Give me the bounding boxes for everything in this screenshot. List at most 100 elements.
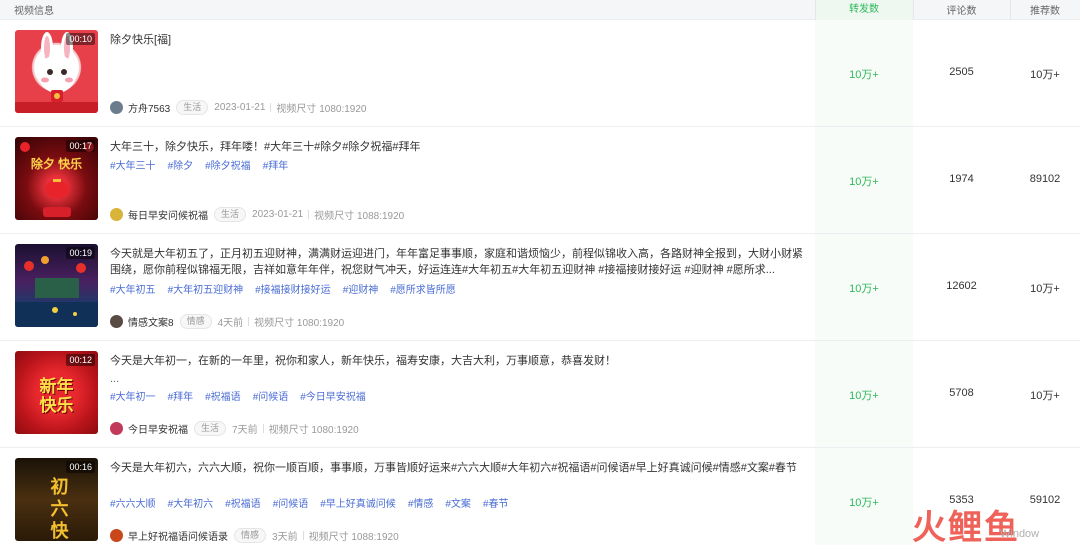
divider	[262, 423, 264, 433]
author-name[interactable]: 每日早安问候祝福	[128, 207, 208, 222]
tag-link[interactable]: #接福接财接好运	[255, 285, 331, 296]
tag-link[interactable]: #问候语	[253, 392, 289, 403]
tag-list: #大年初五 #大年初五迎财神 #接福接财接好运 #迎财神 #愿所求皆所愿	[110, 281, 468, 296]
recommends-count: 10万+	[1030, 283, 1060, 295]
tag-list: #六六大顺 #大年初六 #祝福语 #问候语 #早上好真诚问候 #情感 #文案 #春节	[110, 495, 521, 510]
column-divider	[913, 0, 914, 20]
category-badge: 情感	[179, 313, 212, 329]
video-title[interactable]: 今天是大年初一，在新的一年里，祝你和家人，新年快乐，福寿安康，大吉大利，万事顺意…	[110, 353, 810, 369]
video-size: 视频尺寸 1080:1920	[254, 317, 345, 329]
category-badge: 情感	[234, 527, 267, 543]
table-header: 视频信息 转发数 评论数 推荐数	[0, 0, 1080, 20]
video-thumbnail[interactable]: 除夕 快乐 00:17	[15, 137, 98, 220]
comments-count: 5353	[949, 494, 974, 506]
recommends-count: 59102	[1029, 494, 1061, 506]
tag-link[interactable]: #大年初六	[168, 499, 214, 510]
tag-link[interactable]: #大年初五迎财神	[168, 285, 244, 296]
divider	[248, 316, 250, 326]
author-name[interactable]: 方舟7563	[128, 100, 170, 115]
video-meta: 早上好祝福语问候语录 情感 3天前 视频尺寸 1088:1920	[110, 527, 399, 543]
shares-count: 10万+	[849, 497, 879, 509]
tag-link[interactable]: #六六大顺	[110, 499, 156, 510]
video-size: 视频尺寸 1088:1920	[308, 531, 399, 543]
duration-badge: 00:19	[66, 247, 95, 259]
video-thumbnail[interactable]: 新年 快乐 00:12	[15, 351, 98, 434]
header-shares-sort[interactable]: 转发数	[815, 0, 913, 20]
title-overflow: ...	[110, 373, 120, 385]
thumbnail-caption: 初六 快乐	[50, 477, 69, 541]
video-size: 视频尺寸 1080:1920	[268, 424, 359, 436]
video-thumbnail[interactable]: 初六 快乐 00:16	[15, 458, 98, 541]
table-row[interactable]: 除夕 快乐 00:17 大年三十，除夕快乐，拜年喽！#大年三十#除夕#除夕祝福#…	[0, 127, 1080, 234]
tag-link[interactable]: #迎财神	[343, 285, 379, 296]
avatar[interactable]	[110, 314, 123, 328]
tag-link[interactable]: #今日早安祝福	[300, 392, 366, 403]
video-size: 视频尺寸 1088:1920	[314, 210, 405, 222]
duration-badge: 00:16	[66, 461, 95, 473]
header-comments-sort[interactable]: 评论数	[913, 2, 1010, 17]
category-badge: 生活	[176, 99, 209, 115]
divider	[302, 530, 304, 540]
tag-link[interactable]: #除夕	[168, 161, 194, 172]
tag-link[interactable]: #祝福语	[205, 392, 241, 403]
video-meta: 今日早安祝福 生活 7天前 视频尺寸 1080:1920	[110, 420, 359, 436]
avatar[interactable]	[110, 207, 123, 221]
tag-link[interactable]: #大年初一	[110, 392, 156, 403]
publish-date: 3天前	[272, 531, 298, 543]
tag-link[interactable]: #大年三十	[110, 161, 156, 172]
divider	[308, 209, 310, 219]
table-row[interactable]: 00:10 除夕快乐[福] 方舟7563 生活 2023-01-21 视频尺寸 …	[0, 20, 1080, 127]
avatar[interactable]	[110, 421, 123, 435]
video-thumbnail[interactable]: 00:19	[15, 244, 98, 327]
tag-link[interactable]: #愿所求皆所愿	[390, 285, 456, 296]
avatar[interactable]	[110, 528, 123, 542]
recommends-count: 89102	[1029, 173, 1061, 185]
author-name[interactable]: 情感文案8	[128, 314, 174, 329]
table-row[interactable]: 初六 快乐 00:16 今天是大年初六，六六大顺，祝你一顺百顺，事事顺，万事皆顺…	[0, 448, 1080, 545]
tag-list: #大年三十 #除夕 #除夕祝福 #拜年	[110, 157, 300, 172]
tag-link[interactable]: #早上好真诚问候	[320, 499, 396, 510]
tag-link[interactable]: #大年初五	[110, 285, 156, 296]
category-badge: 生活	[214, 206, 247, 222]
publish-date: 4天前	[217, 317, 244, 329]
column-divider	[1010, 0, 1011, 20]
duration-badge: 00:10	[66, 33, 95, 45]
table-row[interactable]: 00:19 今天就是大年初五了，正月初五迎财神，满满财运迎进门，年年富足事事顺，…	[0, 234, 1080, 341]
recommends-count: 10万+	[1030, 69, 1060, 81]
shares-count: 10万+	[849, 390, 879, 402]
comments-count: 5708	[949, 387, 974, 399]
author-name[interactable]: 今日早安祝福	[128, 421, 188, 436]
tag-link[interactable]: #拜年	[263, 161, 289, 172]
tag-list: #大年初一 #拜年 #祝福语 #问候语 #今日早安祝福	[110, 388, 378, 403]
os-watermark: Window	[1000, 528, 1040, 540]
video-title[interactable]: 今天是大年初六，六六大顺，祝你一顺百顺，事事顺，万事皆顺好运来#六六大顺#大年初…	[110, 460, 810, 476]
tag-link[interactable]: #除夕祝福	[205, 161, 251, 172]
video-meta: 情感文案8 情感 4天前 视频尺寸 1080:1920	[110, 313, 344, 329]
table-row[interactable]: 新年 快乐 00:12 今天是大年初一，在新的一年里，祝你和家人，新年快乐，福寿…	[0, 341, 1080, 448]
shares-count: 10万+	[849, 283, 879, 295]
video-title[interactable]: 大年三十，除夕快乐，拜年喽！#大年三十#除夕#除夕祝福#拜年	[110, 139, 810, 155]
header-recommends-sort[interactable]: 推荐数	[1010, 2, 1080, 17]
video-size: 视频尺寸 1080:1920	[276, 103, 367, 115]
category-badge: 生活	[194, 420, 227, 436]
shares-count: 10万+	[849, 176, 879, 188]
video-thumbnail[interactable]: 00:10	[15, 30, 98, 113]
recommends-count: 10万+	[1030, 390, 1060, 402]
tag-link[interactable]: #文案	[445, 499, 471, 510]
thumbnail-caption: 新年 快乐	[39, 377, 74, 415]
publish-date: 2023-01-21	[214, 101, 266, 113]
tag-link[interactable]: #拜年	[168, 392, 194, 403]
video-title[interactable]: 除夕快乐[福]	[110, 32, 810, 48]
tag-link[interactable]: #春节	[483, 499, 509, 510]
tag-link[interactable]: #祝福语	[225, 499, 261, 510]
tag-link[interactable]: #问候语	[273, 499, 309, 510]
tag-link[interactable]: #情感	[408, 499, 434, 510]
avatar[interactable]	[110, 100, 123, 114]
author-name[interactable]: 早上好祝福语问候语录	[128, 528, 228, 543]
divider	[270, 102, 272, 112]
duration-badge: 00:17	[66, 140, 95, 152]
shares-count: 10万+	[849, 69, 879, 81]
comments-count: 2505	[949, 66, 974, 78]
video-title[interactable]: 今天就是大年初五了，正月初五迎财神，满满财运迎进门，年年富足事事顺，家庭和谐烦恼…	[110, 246, 810, 278]
duration-badge: 00:12	[66, 354, 95, 366]
